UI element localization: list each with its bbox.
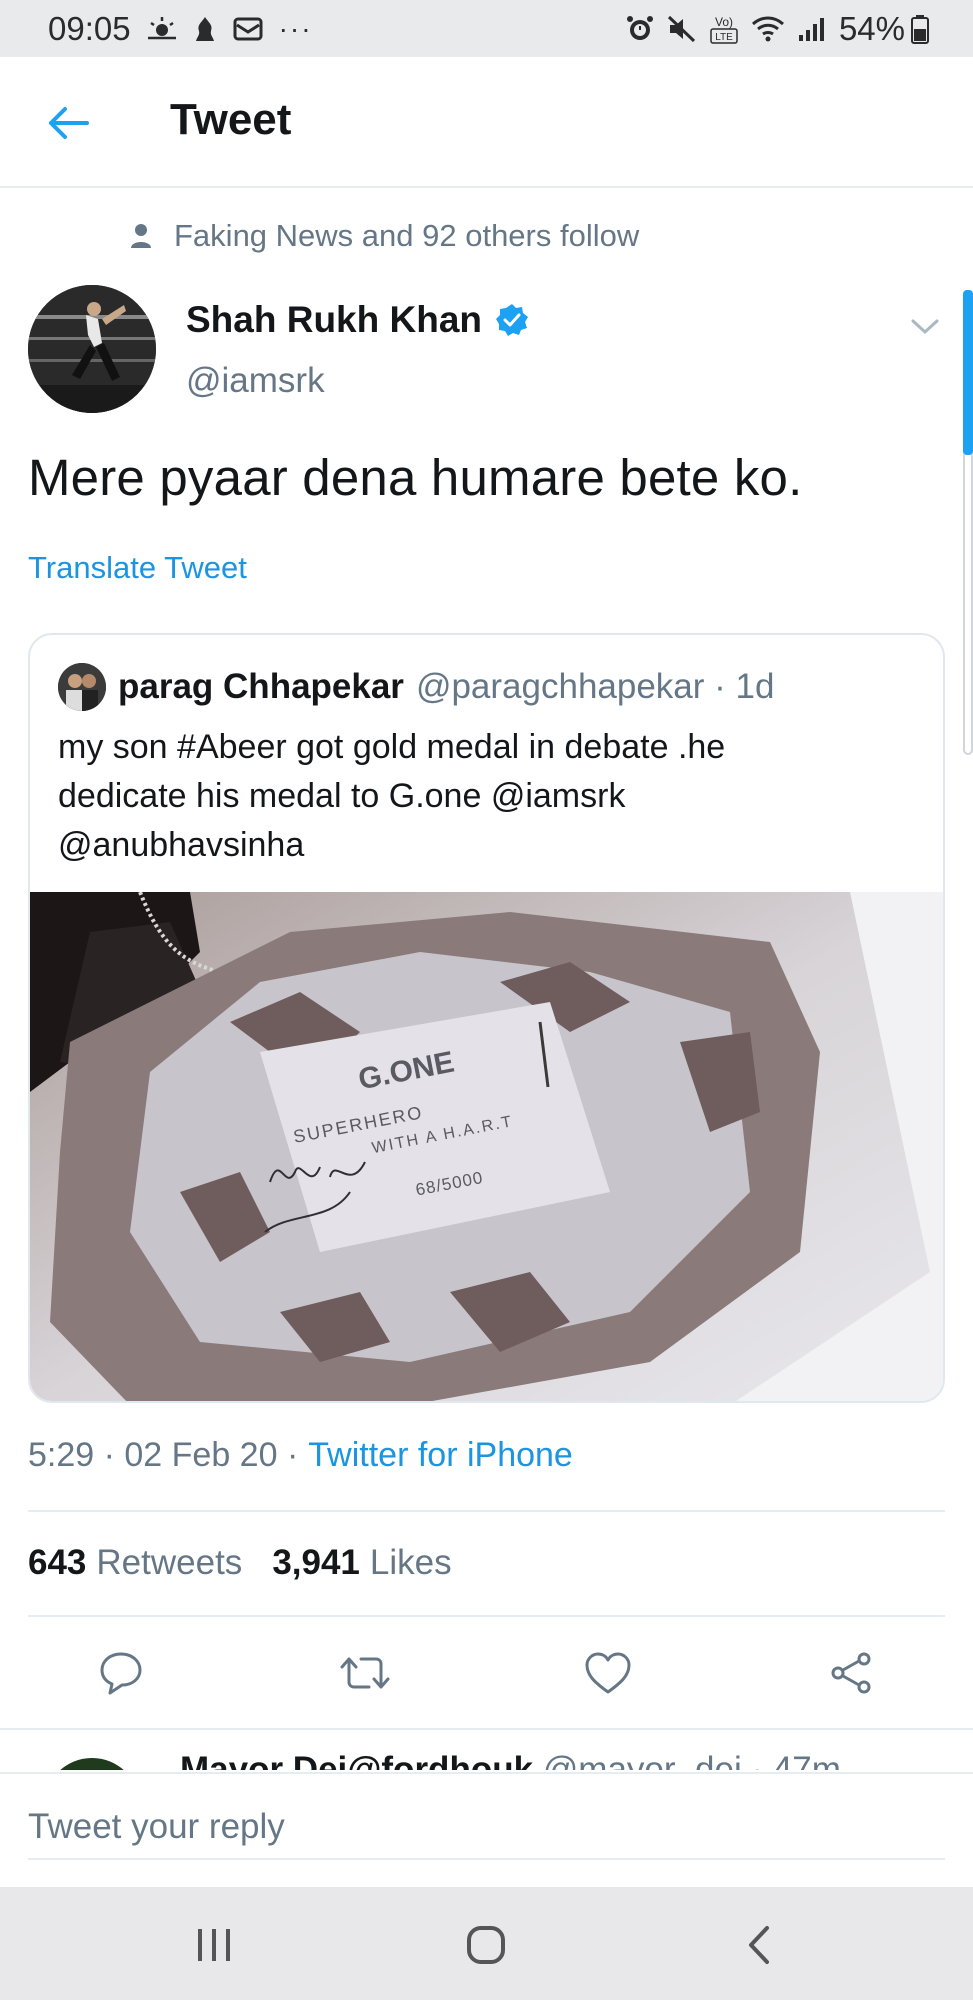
likes-count: 3,941 xyxy=(272,1543,360,1582)
arrow-left-icon xyxy=(49,107,89,139)
tweet-options-button[interactable] xyxy=(905,307,945,347)
page-title: Tweet xyxy=(170,95,292,144)
quoted-text-line: dedicate his medal to G.one @iamsrk xyxy=(58,777,626,815)
mute-icon xyxy=(667,14,697,44)
retweets-count: 643 xyxy=(28,1543,87,1582)
more-icon: ··· xyxy=(278,12,313,44)
quoted-text-line: my son #Abeer got gold medal in debate .… xyxy=(58,728,726,766)
status-bar: 09:05 ··· Vo) LTE 54% xyxy=(0,0,973,57)
tweet-text: Mere pyaar dena humare bete ko. xyxy=(28,449,803,506)
author-name[interactable]: Shah Rukh Khan xyxy=(186,299,482,341)
quoted-tweet[interactable]: parag Chhapekar @paragchhapekar · 1d my … xyxy=(28,633,945,1403)
quoted-tweet-photo[interactable]: G.ONE SUPERHERO WITH A H.A.R.T 68/5000 xyxy=(30,892,943,1401)
weather-icon xyxy=(147,16,177,42)
back-button[interactable] xyxy=(44,99,92,147)
home-icon xyxy=(467,1926,505,1964)
recent-apps-icon xyxy=(198,1929,230,1961)
battery-level: 54% xyxy=(838,9,905,47)
app-notification-icon xyxy=(193,15,217,43)
battery-icon xyxy=(911,14,929,44)
signal-icon xyxy=(797,15,827,43)
reply-bar xyxy=(0,1772,973,1887)
quoted-text-line: @anubhavsinha xyxy=(58,826,305,864)
reply-icon xyxy=(100,1652,142,1695)
tweet-actions xyxy=(0,1638,973,1708)
retweets-label: Retweets xyxy=(96,1543,243,1582)
battery-indicator: 54% xyxy=(839,10,929,48)
alarm-icon xyxy=(625,14,655,44)
likes-label: Likes xyxy=(369,1543,452,1582)
verified-badge-icon xyxy=(496,304,529,336)
like-button[interactable] xyxy=(573,1638,643,1708)
reply-author-name: Mayor Dei@fordhouk xyxy=(180,1750,534,1770)
recent-apps-button[interactable] xyxy=(184,1915,244,1975)
svg-text:LTE: LTE xyxy=(715,32,733,43)
status-time: 09:05 xyxy=(48,9,131,47)
reply-button[interactable] xyxy=(86,1638,156,1708)
tweet-timestamp: 5:29 · 02 Feb 20 · Twitter for iPhone xyxy=(28,1436,573,1475)
chevron-down-icon xyxy=(911,319,939,335)
share-icon xyxy=(831,1652,871,1694)
quoted-author-meta: @paragchhapekar · 1d xyxy=(415,667,775,706)
author-handle[interactable]: @iamsrk xyxy=(186,361,325,401)
back-icon xyxy=(749,1926,769,1964)
system-back-button[interactable] xyxy=(728,1915,788,1975)
author-avatar[interactable] xyxy=(28,285,156,413)
system-nav-bar xyxy=(0,1887,973,2000)
retweets-stat[interactable]: 643 Retweets xyxy=(28,1543,242,1583)
quoted-tweet-text: my son #Abeer got gold medal in debate .… xyxy=(58,723,918,870)
retweet-button[interactable] xyxy=(330,1638,400,1708)
tweet-author: Shah Rukh Khan @iamsrk xyxy=(28,285,945,415)
like-icon xyxy=(585,1652,631,1694)
quoted-author-name: parag Chhapekar xyxy=(118,667,404,706)
divider xyxy=(28,1510,945,1512)
tweet-stats: 643 Retweets 3,941 Likes xyxy=(28,1543,452,1583)
divider xyxy=(28,1615,945,1617)
wifi-icon xyxy=(751,15,785,43)
tweet-time: 5:29 · 02 Feb 20 · xyxy=(28,1436,299,1474)
reply-tweet-preview[interactable]: Mayor Dei@fordhouk @mayor_dei · 47m xyxy=(0,1728,973,1770)
home-button[interactable] xyxy=(456,1915,516,1975)
person-icon xyxy=(131,224,151,248)
likes-stat[interactable]: 3,941 Likes xyxy=(272,1543,451,1583)
quoted-author-avatar xyxy=(58,663,106,711)
retweet-icon xyxy=(340,1657,390,1689)
reply-author-avatar xyxy=(44,1758,140,1770)
reply-input[interactable] xyxy=(28,1796,945,1860)
share-button[interactable] xyxy=(816,1638,886,1708)
reply-author-row: Mayor Dei@fordhouk @mayor_dei · 47m xyxy=(180,1750,841,1770)
tweet-source-link[interactable]: Twitter for iPhone xyxy=(308,1436,573,1475)
mail-icon xyxy=(233,16,263,42)
social-context[interactable]: Faking News and 92 others follow xyxy=(130,218,639,254)
social-context-text: Faking News and 92 others follow xyxy=(174,218,640,253)
reply-author-meta: @mayor_dei · 47m xyxy=(542,1750,841,1770)
volte-icon: Vo) LTE xyxy=(709,13,739,45)
svg-text:Vo): Vo) xyxy=(715,15,733,29)
translate-tweet-link[interactable]: Translate Tweet xyxy=(28,550,247,586)
top-app-bar: Tweet xyxy=(0,57,973,188)
scrollbar-thumb[interactable] xyxy=(963,290,973,455)
